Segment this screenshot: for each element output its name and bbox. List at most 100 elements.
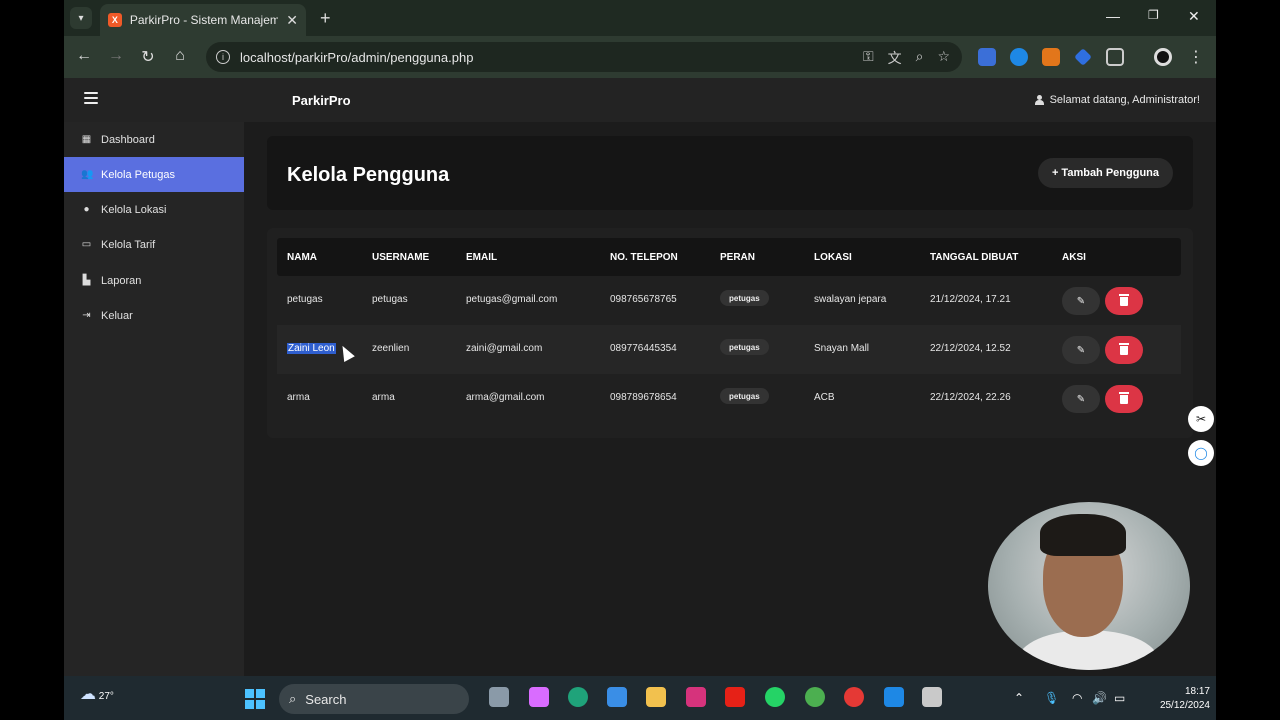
- store-icon[interactable]: [607, 687, 627, 707]
- webcam-overlay: [988, 502, 1190, 670]
- column-header: EMAIL: [466, 252, 498, 263]
- sidebar-item-keluar[interactable]: ⇥ Keluar: [64, 298, 244, 333]
- sidebar-item-dashboard[interactable]: ▦ Dashboard: [64, 122, 244, 157]
- copilot-icon[interactable]: [529, 687, 549, 707]
- sidebar-item-label: Laporan: [101, 274, 142, 287]
- wifi-icon[interactable]: ◠: [1072, 691, 1082, 705]
- tray-chevron-icon[interactable]: ⌃: [1014, 691, 1024, 705]
- sidebar-item-label: Kelola Petugas: [101, 168, 175, 181]
- edit-button[interactable]: ✎: [1062, 287, 1100, 315]
- system-clock[interactable]: 18:17 25/12/2024: [1160, 685, 1210, 713]
- sidebar-item-kelola-lokasi[interactable]: ● Kelola Lokasi: [64, 192, 244, 227]
- reload-button[interactable]: ↻: [138, 47, 158, 67]
- extensions-puzzle-icon[interactable]: [1106, 48, 1124, 66]
- start-button[interactable]: [245, 689, 265, 709]
- minimize-button[interactable]: —: [1106, 8, 1120, 24]
- user-icon: [1034, 95, 1044, 105]
- taskbar: ☁ 27° ⌕ Search ⌃ 🎙 ◠ 🔊 ▭ 18:17 25/12/202…: [64, 676, 1216, 720]
- chrome-icon[interactable]: [805, 687, 825, 707]
- map-pin-icon: ●: [83, 204, 90, 215]
- edit-button[interactable]: ✎: [1062, 385, 1100, 413]
- password-key-icon[interactable]: ⚿: [863, 48, 874, 68]
- restore-button[interactable]: ❐: [1148, 8, 1159, 22]
- cell-username: zeenlien: [372, 343, 410, 354]
- sidebar-item-kelola-tarif[interactable]: ▭ Kelola Tarif: [64, 227, 244, 262]
- column-header: USERNAME: [372, 252, 430, 263]
- column-header: AKSI: [1062, 252, 1086, 263]
- edit-button[interactable]: ✎: [1062, 336, 1100, 364]
- cell-username: petugas: [372, 294, 408, 305]
- table-row: Zaini Leon zeenlien zaini@gmail.com 0897…: [277, 325, 1181, 374]
- extension-2-icon[interactable]: [1010, 48, 1028, 66]
- grid-icon: ▦: [81, 134, 92, 145]
- cell-telepon: 098765678765: [610, 294, 677, 305]
- trash-icon: [1119, 342, 1129, 355]
- translate-icon[interactable]: 文: [888, 48, 902, 68]
- page-title: Kelola Pengguna: [287, 164, 450, 186]
- browser-menu-icon[interactable]: ⋮: [1186, 47, 1206, 67]
- add-user-button[interactable]: + Tambah Pengguna: [1037, 158, 1173, 188]
- back-button[interactable]: ←: [74, 47, 94, 65]
- instagram-icon[interactable]: [686, 687, 706, 707]
- column-header: PERAN: [720, 252, 756, 263]
- column-header: TANGGAL DIBUAT: [930, 252, 1019, 263]
- xampp-favicon-icon: X: [108, 13, 122, 27]
- role-badge: petugas: [720, 388, 769, 404]
- forward-button[interactable]: →: [106, 47, 126, 65]
- whatsapp-icon[interactable]: [765, 687, 785, 707]
- new-tab-button[interactable]: +: [320, 8, 331, 29]
- tab-close-icon[interactable]: ✕: [286, 12, 298, 29]
- vscode-icon[interactable]: [884, 687, 904, 707]
- file-explorer-icon[interactable]: [646, 687, 666, 707]
- window-close-button[interactable]: ✕: [1188, 8, 1200, 25]
- delete-button[interactable]: [1105, 336, 1143, 364]
- home-button[interactable]: ⌂: [170, 47, 190, 65]
- task-view-icon[interactable]: [489, 687, 509, 707]
- search-icon: ⌕: [289, 691, 297, 706]
- cell-nama: arma: [287, 392, 310, 403]
- role-badge: petugas: [720, 339, 769, 355]
- money-icon: ▭: [81, 239, 92, 250]
- volume-icon[interactable]: 🔊: [1092, 691, 1107, 705]
- column-header: NAMA: [287, 252, 317, 263]
- metamask-extension-icon[interactable]: [1042, 48, 1060, 66]
- snipping-tool-icon[interactable]: [922, 687, 942, 707]
- column-header: NO. TELEPON: [610, 252, 678, 263]
- browser-tab-active[interactable]: X ParkirPro - Sistem Manajemen P ✕: [100, 4, 306, 36]
- youtube-icon[interactable]: [725, 687, 745, 707]
- sidebar-item-kelola-petugas[interactable]: 👥 Kelola Petugas: [64, 157, 244, 192]
- edge-icon[interactable]: [568, 687, 588, 707]
- sidebar-item-label: Kelola Tarif: [101, 238, 156, 251]
- extension-1-icon[interactable]: [978, 48, 996, 66]
- delete-button[interactable]: [1105, 287, 1143, 315]
- assistant-icon[interactable]: ◯: [1188, 440, 1214, 466]
- zoom-icon[interactable]: ⌕: [916, 48, 924, 68]
- site-info-icon[interactable]: i: [216, 50, 230, 64]
- cell-username: arma: [372, 392, 395, 403]
- screenshot-tool-icon[interactable]: ✂: [1188, 406, 1214, 432]
- taskbar-search[interactable]: ⌕ Search: [279, 684, 469, 714]
- sidebar-item-laporan[interactable]: ▙ Laporan: [64, 263, 244, 298]
- hamburger-menu-icon[interactable]: [84, 92, 98, 104]
- table-row: petugas petugas petugas@gmail.com 098765…: [277, 276, 1181, 325]
- chart-icon: ▙: [82, 275, 91, 286]
- cell-tanggal: 21/12/2024, 17.21: [930, 294, 1011, 305]
- microphone-icon[interactable]: 🎙: [1044, 691, 1059, 705]
- sidebar-item-label: Kelola Lokasi: [101, 203, 167, 216]
- cell-lokasi: swalayan jepara: [814, 294, 887, 305]
- address-bar[interactable]: i localhost/parkirPro/admin/pengguna.php…: [206, 42, 962, 72]
- brand-name: ParkirPro: [292, 93, 351, 108]
- battery-icon[interactable]: ▭: [1114, 691, 1125, 705]
- weather-widget[interactable]: ☁ 27°: [80, 684, 114, 704]
- profile-avatar[interactable]: [1154, 48, 1172, 66]
- tab-search-button[interactable]: ▾: [70, 7, 92, 29]
- bookmark-star-icon[interactable]: ☆: [937, 48, 950, 68]
- chrome-profile-icon[interactable]: [844, 687, 864, 707]
- cell-nama: petugas: [287, 294, 323, 305]
- cell-tanggal: 22/12/2024, 12.52: [930, 343, 1011, 354]
- extension-4-icon[interactable]: [1074, 48, 1092, 66]
- browser-toolbar: ← → ↻ ⌂ i localhost/parkirPro/admin/peng…: [64, 36, 1216, 78]
- delete-button[interactable]: [1105, 385, 1143, 413]
- weather-temp: 27°: [98, 691, 114, 702]
- cell-telepon: 089776445354: [610, 343, 677, 354]
